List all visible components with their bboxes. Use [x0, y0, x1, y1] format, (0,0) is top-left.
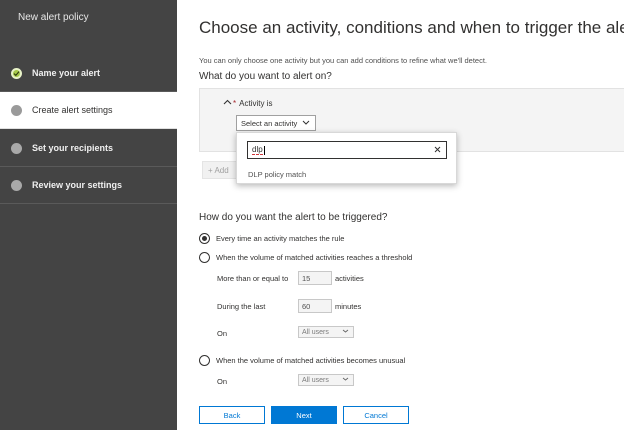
clear-search-icon[interactable] — [434, 145, 441, 155]
page-title: Choose an activity, conditions and when … — [199, 18, 624, 37]
search-value: dlp — [252, 145, 263, 155]
radio-unselected[interactable] — [199, 355, 210, 366]
trigger-every-time-option[interactable]: Every time an activity matches the rule — [199, 233, 344, 244]
cancel-button[interactable]: Cancel — [343, 406, 409, 424]
step-pending-dot-icon — [11, 179, 22, 191]
radio-label: When the volume of matched activities be… — [216, 356, 406, 365]
step-label: Name your alert — [32, 68, 101, 78]
activity-is-label: * Activity is — [233, 99, 272, 108]
radio-label: When the volume of matched activities re… — [216, 253, 413, 262]
on-users-value: All users — [302, 376, 329, 384]
step-review-your-settings[interactable]: Review your settings — [0, 167, 177, 204]
on-users-select-unusual[interactable]: All users — [298, 374, 354, 386]
during-input[interactable]: 60 — [298, 299, 332, 313]
step-current-dot-icon — [11, 104, 22, 116]
on-label: On — [217, 329, 228, 338]
step-create-alert-settings[interactable]: Create alert settings — [0, 92, 177, 129]
step-label: Set your recipients — [32, 143, 114, 153]
alert-on-heading: What do you want to alert on? — [199, 71, 332, 82]
chevron-down-icon — [302, 120, 310, 127]
during-unit: minutes — [335, 302, 362, 311]
on-users-select[interactable]: All users — [298, 326, 354, 338]
trigger-heading: How do you want the alert to be triggere… — [199, 212, 388, 223]
select-activity-dropdown[interactable]: Select an activity — [236, 115, 316, 131]
collapse-chevron-up-icon[interactable] — [223, 98, 232, 107]
page-subtitle: You can only choose one activity but you… — [199, 56, 488, 65]
threshold-label: More than or equal to — [217, 274, 289, 283]
step-complete-check-icon — [11, 67, 22, 79]
chevron-down-icon — [342, 329, 349, 335]
chevron-down-icon — [342, 377, 349, 383]
next-button[interactable]: Next — [271, 406, 337, 424]
step-name-your-alert[interactable]: Name your alert — [0, 55, 177, 92]
threshold-input[interactable]: 15 — [298, 271, 332, 285]
on-label: On — [217, 377, 228, 386]
wizard-sidebar: New alert policy Name your alert Create … — [0, 0, 177, 430]
trigger-threshold-option[interactable]: When the volume of matched activities re… — [199, 252, 412, 263]
on-users-value: All users — [302, 328, 329, 336]
trigger-unusual-option[interactable]: When the volume of matched activities be… — [199, 355, 405, 366]
radio-unselected[interactable] — [199, 252, 210, 263]
main-panel: Choose an activity, conditions and when … — [199, 0, 624, 430]
radio-label: Every time an activity matches the rule — [216, 234, 345, 243]
step-label: Review your settings — [32, 180, 123, 190]
dropdown-option-dlp-policy-match[interactable]: DLP policy match — [248, 170, 306, 179]
step-pending-dot-icon — [11, 142, 22, 154]
activity-is-text: Activity is — [239, 99, 273, 108]
radio-selected[interactable] — [199, 233, 210, 244]
required-mark: * — [233, 99, 237, 108]
text-cursor — [263, 145, 265, 155]
step-set-your-recipients[interactable]: Set your recipients — [0, 130, 177, 167]
threshold-unit: activities — [335, 274, 364, 283]
wizard-title: New alert policy — [18, 12, 89, 23]
back-button[interactable]: Back — [199, 406, 265, 424]
step-label: Create alert settings — [32, 105, 113, 115]
activity-search-input[interactable]: dlp — [247, 141, 447, 159]
during-label: During the last — [217, 302, 266, 311]
select-activity-label: Select an activity — [241, 118, 298, 128]
activity-search-dropdown: dlp DLP policy match — [236, 132, 457, 184]
